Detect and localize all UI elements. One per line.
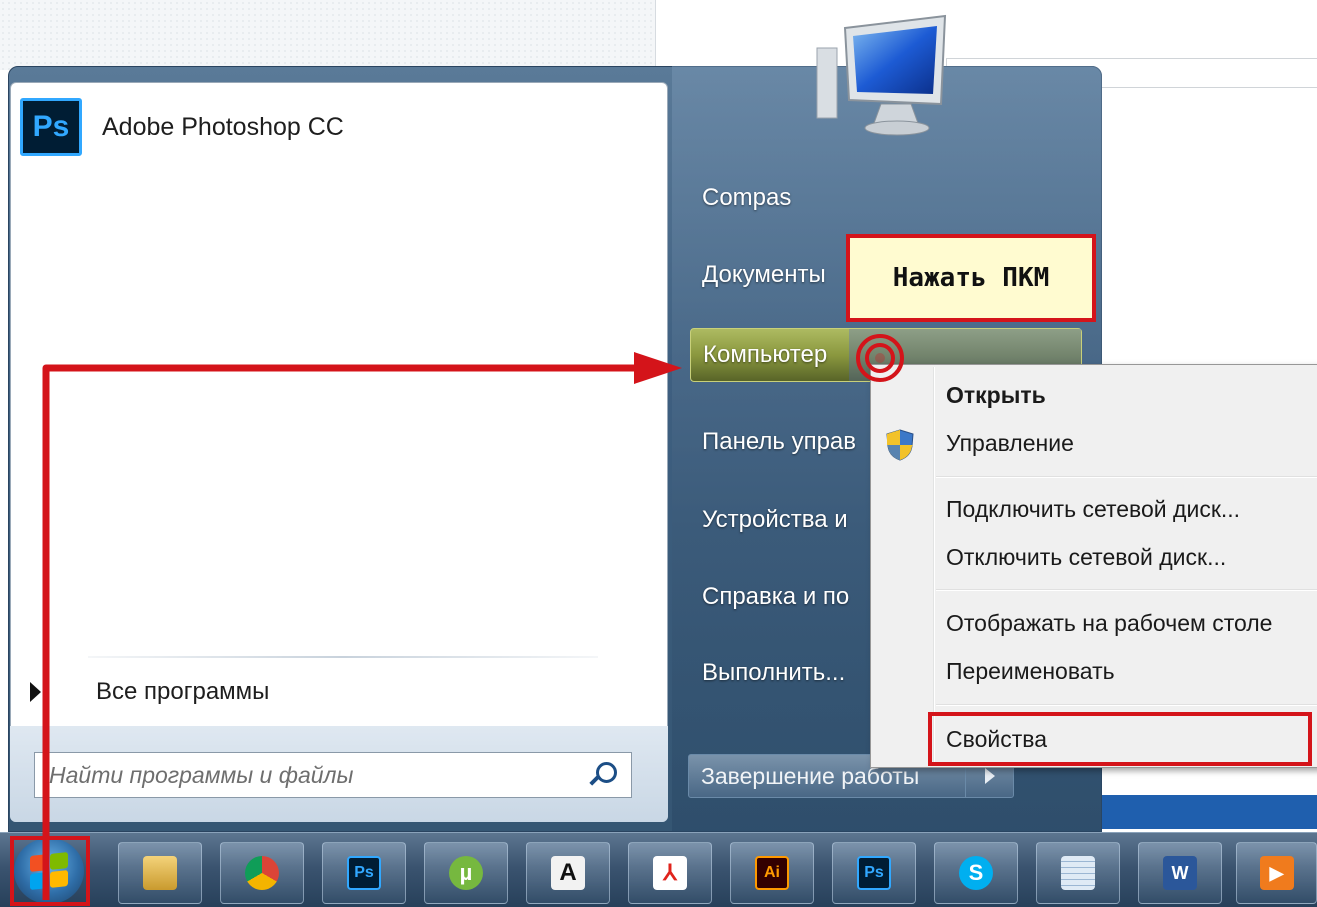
- search-icon[interactable]: [591, 762, 617, 788]
- taskbar-app-notepad[interactable]: [1036, 842, 1120, 904]
- menu-item-label: Отключить сетевой диск...: [946, 543, 1227, 570]
- utorrent-icon: µ: [449, 856, 483, 890]
- context-menu-item-manage[interactable]: Управление: [932, 420, 1317, 466]
- context-menu-separator: [936, 476, 1317, 478]
- menu-item-label: Подключить сетевой диск...: [946, 495, 1241, 522]
- right-pane-item-label: Справка и по: [702, 583, 850, 610]
- taskbar-app-illustrator[interactable]: Ai: [730, 842, 814, 904]
- right-pane-item-label: Выполнить...: [702, 659, 846, 686]
- explorer-icon: [143, 856, 177, 890]
- taskbar-app-photoshop-2[interactable]: Ps: [832, 842, 916, 904]
- context-menu-separator: [936, 589, 1317, 591]
- right-pane-item-label: Compas: [702, 184, 792, 211]
- taskbar-app-media-player[interactable]: ▶: [1236, 842, 1317, 904]
- taskbar-app-utorrent[interactable]: µ: [424, 842, 508, 904]
- right-pane-item-compas[interactable]: Compas: [690, 171, 1090, 225]
- all-programs-button[interactable]: Все программы: [30, 670, 650, 714]
- pinned-program-photoshop[interactable]: Ps Adobe Photoshop CC: [20, 96, 660, 158]
- search-input[interactable]: [49, 761, 591, 789]
- context-menu-item-show-on-desktop[interactable]: Отображать на рабочем столе: [932, 600, 1317, 646]
- start-button-highlight-box: [10, 836, 90, 906]
- menu-item-label: Открыть: [946, 381, 1046, 408]
- properties-highlight-box: [928, 712, 1312, 766]
- all-programs-label: Все программы: [96, 678, 270, 705]
- left-pane-divider: [88, 656, 598, 658]
- taskbar-app-skype[interactable]: S: [934, 842, 1018, 904]
- annotation-callout: Нажать ПКМ: [846, 234, 1096, 322]
- taskbar-app-photoshop[interactable]: Ps: [322, 842, 406, 904]
- context-menu-item-rename[interactable]: Переименовать: [932, 648, 1317, 694]
- annotation-callout-text: Нажать ПКМ: [892, 263, 1050, 293]
- right-pane-item-label: Устройства и: [702, 506, 848, 533]
- taskbar-app-chrome[interactable]: [220, 842, 304, 904]
- background-blue-bar: [1100, 795, 1317, 829]
- font-app-icon: A: [551, 856, 585, 890]
- menu-item-label: Отображать на рабочем столе: [946, 609, 1273, 636]
- media-player-icon: ▶: [1259, 856, 1294, 890]
- illustrator-icon: Ai: [755, 856, 789, 890]
- context-menu-item-open[interactable]: Открыть: [932, 372, 1317, 418]
- word-icon: W: [1163, 856, 1197, 890]
- taskbar-app-explorer[interactable]: [118, 842, 202, 904]
- menu-item-label: Управление: [946, 429, 1074, 456]
- skype-icon: S: [959, 856, 993, 890]
- taskbar-app-word[interactable]: W: [1138, 842, 1222, 904]
- context-menu-item-disconnect-drive[interactable]: Отключить сетевой диск...: [932, 534, 1317, 580]
- photoshop-icon: Ps: [857, 856, 891, 890]
- photoshop-icon: Ps: [20, 98, 82, 156]
- search-box: [34, 752, 632, 798]
- acrobat-icon: ⅄: [653, 856, 687, 890]
- computer-monitor-icon: [816, 14, 947, 136]
- context-menu-item-map-drive[interactable]: Подключить сетевой диск...: [932, 486, 1317, 532]
- uac-shield-icon: [886, 429, 914, 461]
- context-menu-separator: [936, 704, 1317, 706]
- right-pane-item-label: Документы: [702, 261, 826, 288]
- chrome-icon: [245, 856, 279, 890]
- pinned-program-label: Adobe Photoshop CC: [102, 112, 344, 141]
- right-pane-item-label: Панель управ: [702, 428, 857, 455]
- triangle-right-icon: [30, 682, 41, 702]
- notepad-icon: [1061, 856, 1095, 890]
- taskbar-app-acrobat[interactable]: ⅄: [628, 842, 712, 904]
- photoshop-icon: Ps: [347, 856, 381, 890]
- right-pane-item-label: Компьютер: [703, 341, 828, 368]
- menu-item-label: Переименовать: [946, 657, 1115, 684]
- taskbar-app-fonts[interactable]: A: [526, 842, 610, 904]
